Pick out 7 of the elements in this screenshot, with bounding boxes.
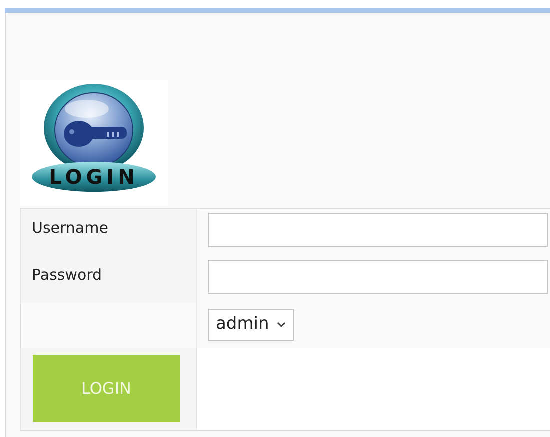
input-field[interactable] <box>208 213 548 247</box>
field-label: Password <box>32 266 102 284</box>
field-label: Username <box>32 219 108 237</box>
logo-banner: LOGIN <box>32 162 156 192</box>
chevron-down-icon <box>277 322 286 328</box>
role-dropdown[interactable]: admin <box>208 309 294 341</box>
input-field[interactable] <box>208 260 548 294</box>
